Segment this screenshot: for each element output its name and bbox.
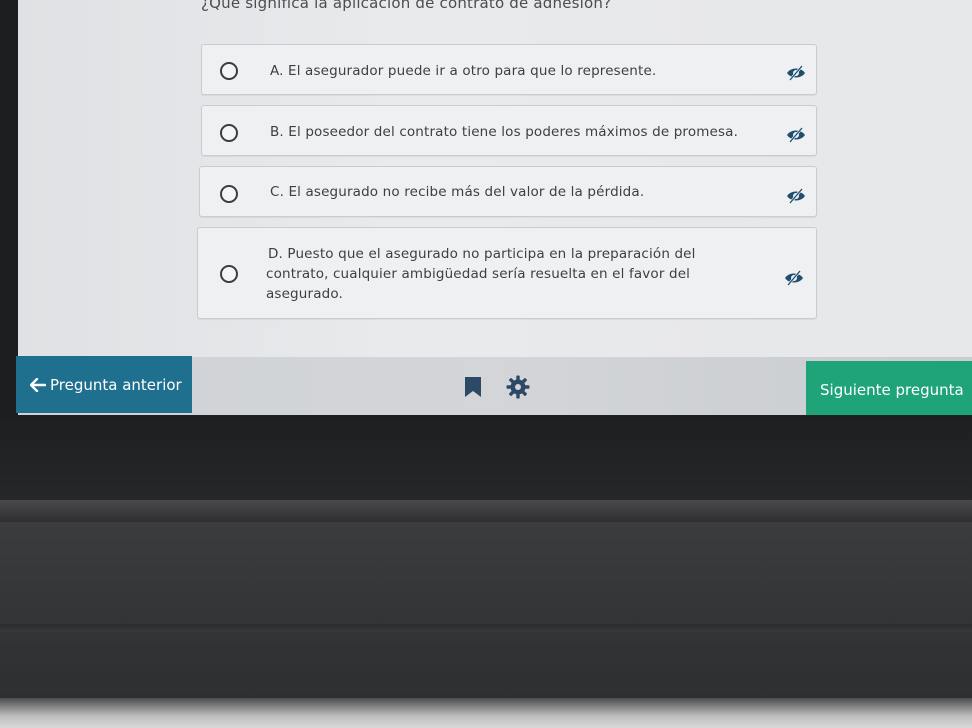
- radio-button[interactable]: [220, 265, 238, 283]
- quiz-screen: ¿Qué significa la aplicación de contrato…: [18, 0, 972, 358]
- photo-stage: ¿Qué significa la aplicación de contrato…: [0, 0, 972, 728]
- previous-question-label: Pregunta anterior: [50, 375, 182, 394]
- radio-button[interactable]: [220, 62, 238, 80]
- keyboard-seam: [0, 624, 972, 632]
- eye-slash-icon[interactable]: [785, 127, 807, 143]
- device-frame-edge: [0, 500, 972, 522]
- eye-slash-icon[interactable]: [785, 65, 807, 81]
- answer-text: A. El asegurador puede ir a otro para qu…: [270, 63, 657, 79]
- next-question-button[interactable]: Siguiente pregunta: [806, 361, 972, 418]
- answer-option-c[interactable]: C. El asegurado no recibe más del valor …: [199, 166, 817, 217]
- gear-icon[interactable]: [506, 375, 530, 399]
- radio-button[interactable]: [220, 124, 238, 142]
- radio-button[interactable]: [220, 185, 238, 203]
- table-surface: [0, 698, 972, 728]
- answer-text-line-3: asegurado.: [266, 286, 343, 302]
- next-question-label: Siguiente pregunta: [820, 380, 964, 399]
- answer-text-line-1: D. Puesto que el asegurado no participa …: [268, 246, 696, 262]
- arrow-left-icon: [30, 377, 46, 392]
- eye-slash-icon[interactable]: [785, 188, 807, 204]
- question-text: ¿Qué significa la aplicación de contrato…: [201, 0, 612, 12]
- answer-option-b[interactable]: B. El poseedor del contrato tiene los po…: [201, 105, 817, 156]
- screen-dark-area: [0, 415, 972, 503]
- answer-text: B. El poseedor del contrato tiene los po…: [270, 124, 739, 140]
- bookmark-icon[interactable]: [463, 376, 483, 398]
- eye-slash-icon[interactable]: [783, 270, 805, 286]
- answer-text-line-2: contrato, cualquier ambigüedad sería res…: [266, 266, 691, 282]
- answer-text: C. El asegurado no recibe más del valor …: [270, 184, 645, 200]
- answer-option-a[interactable]: A. El asegurador puede ir a otro para qu…: [201, 44, 817, 95]
- previous-question-button[interactable]: Pregunta anterior: [16, 356, 192, 413]
- answer-option-d[interactable]: D. Puesto que el asegurado no participa …: [197, 227, 817, 319]
